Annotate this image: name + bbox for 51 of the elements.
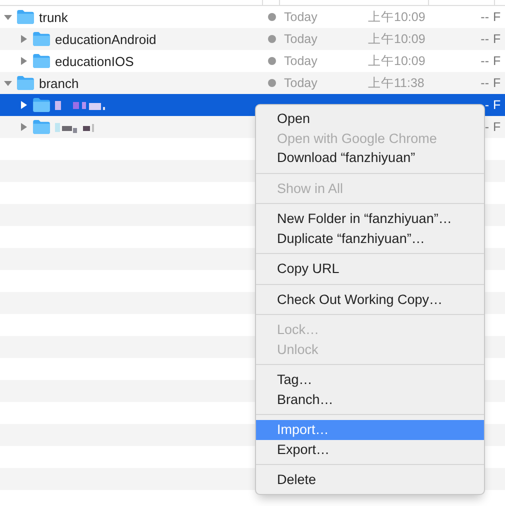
date-modified: Today <box>284 32 318 46</box>
time-modified: 上午10:09 <box>368 54 426 68</box>
menu-item[interactable]: Tag… <box>256 370 484 390</box>
expand-triangle-icon[interactable] <box>20 123 28 131</box>
size-value: -- <box>480 76 489 90</box>
expand-triangle-icon[interactable] <box>20 57 28 65</box>
file-row[interactable]: educationAndroid Today 上午10:09 -- F <box>0 28 505 50</box>
size-value: - <box>484 98 489 112</box>
size-value: -- <box>480 10 489 24</box>
kind-value: F <box>493 54 501 68</box>
size-value: -- <box>480 54 489 68</box>
folder-name: branch <box>39 76 79 90</box>
status-dot-icon <box>268 57 276 65</box>
menu-item[interactable]: Download “fanzhiyuan” <box>256 148 484 168</box>
kind-value: F <box>493 98 501 112</box>
folder-icon <box>33 54 50 68</box>
menu-item[interactable]: Check Out Working Copy… <box>256 290 484 309</box>
collapse-triangle-icon[interactable] <box>4 13 12 21</box>
date-modified: Today <box>284 10 318 24</box>
menu-item[interactable]: Branch… <box>256 390 484 409</box>
status-dot-icon <box>268 35 276 43</box>
status-dot-icon <box>268 79 276 87</box>
kind-value: F <box>493 120 501 134</box>
time-modified: 上午10:09 <box>368 10 426 24</box>
menu-item[interactable]: New Folder in “fanzhiyuan”… <box>256 209 484 228</box>
folder-icon <box>17 76 34 90</box>
folder-name: trunk <box>39 10 68 24</box>
time-modified: 上午11:38 <box>368 76 424 90</box>
kind-value: F <box>493 10 501 24</box>
file-row[interactable]: branch Today 上午11:38 -- F <box>0 72 505 94</box>
time-modified: 上午10:09 <box>368 32 426 46</box>
size-value: -- <box>480 32 489 46</box>
kind-value: F <box>493 76 501 90</box>
folder-name: educationIOS <box>55 54 134 68</box>
folder-name: educationAndroid <box>55 32 156 46</box>
folder-icon <box>33 98 50 112</box>
kind-value: F <box>493 32 501 46</box>
date-modified: Today <box>284 54 318 68</box>
collapse-triangle-icon[interactable] <box>4 79 12 87</box>
menu-item[interactable]: Export… <box>256 440 484 459</box>
status-dot-icon <box>268 13 276 21</box>
expand-triangle-icon[interactable] <box>20 35 28 43</box>
size-value: - <box>484 120 489 134</box>
menu-item[interactable]: Duplicate “fanzhiyuan”… <box>256 228 484 248</box>
folder-icon <box>33 32 50 46</box>
folder-icon <box>17 10 34 24</box>
date-modified: Today <box>284 76 318 90</box>
menu-item[interactable]: Delete <box>256 470 484 490</box>
expand-triangle-icon[interactable] <box>20 101 28 109</box>
menu-item[interactable]: Copy URL <box>256 259 484 278</box>
folder-icon <box>33 120 50 134</box>
